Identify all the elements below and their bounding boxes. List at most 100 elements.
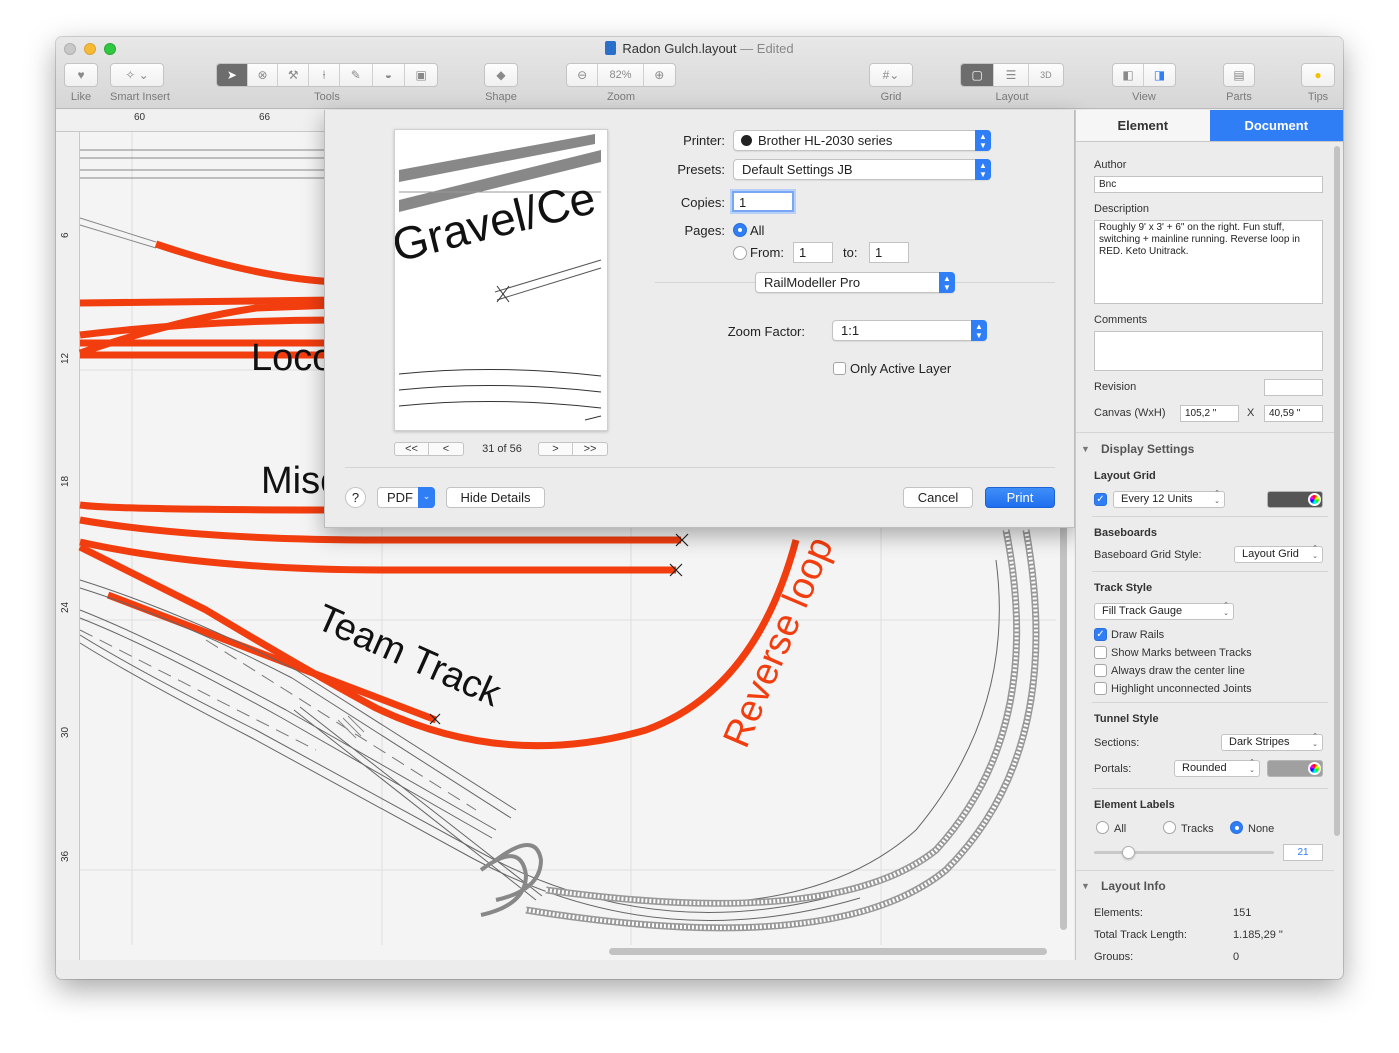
magic-wand-icon[interactable]: ✧ ⌄ bbox=[110, 63, 164, 87]
color-wheel-icon bbox=[1308, 493, 1321, 506]
disclosure-triangle-icon[interactable]: ▼ bbox=[1081, 881, 1090, 891]
canvas-height-input[interactable]: 40,59 " bbox=[1264, 405, 1323, 422]
display-settings-header[interactable]: Display Settings bbox=[1101, 442, 1194, 456]
tab-document[interactable]: Document bbox=[1209, 110, 1343, 141]
inspector-scrollbar[interactable] bbox=[1334, 146, 1340, 836]
draw-rails-checkbox[interactable]: ✓ bbox=[1094, 628, 1107, 641]
parts-tool[interactable]: ▤ Parts bbox=[1223, 63, 1255, 103]
pdf-menu-button[interactable]: PDF ⌄ bbox=[377, 487, 435, 508]
layout-segmented: ▢ ☰ 3D bbox=[960, 63, 1064, 87]
red-sidings[interactable] bbox=[78, 501, 800, 750]
canvas-width-input[interactable]: 105,2 " bbox=[1180, 405, 1239, 422]
layout-split-icon[interactable]: ☰ bbox=[994, 64, 1029, 86]
prev-page-button[interactable]: < bbox=[429, 443, 463, 455]
printer-select[interactable]: Brother HL-2030 series ▲ ▼ bbox=[733, 130, 991, 151]
last-page-button[interactable]: >> bbox=[573, 443, 607, 455]
first-page-button[interactable]: << bbox=[395, 443, 429, 455]
tab-element[interactable]: Element bbox=[1076, 110, 1210, 141]
app-section-select[interactable]: RailModeller Pro ▲ ▼ bbox=[755, 272, 955, 293]
baseboard-style-select[interactable]: Layout Grid bbox=[1234, 545, 1323, 563]
pages-range-radio[interactable] bbox=[733, 246, 747, 260]
chevron-down-icon: ⌄ bbox=[418, 487, 435, 508]
sections-select[interactable]: Dark Stripes bbox=[1221, 733, 1323, 751]
author-input[interactable]: Bnc bbox=[1094, 176, 1323, 193]
layout-single-icon[interactable]: ▢ bbox=[961, 64, 995, 86]
separator bbox=[1092, 788, 1328, 789]
train-icon[interactable]: ▣ bbox=[405, 64, 437, 86]
zoom-level: 82% bbox=[598, 64, 644, 86]
description-label: Description bbox=[1094, 203, 1150, 215]
pages-label: Pages: bbox=[684, 223, 725, 238]
zoom-in-icon[interactable]: ⊕ bbox=[644, 64, 675, 86]
smart-insert-tool[interactable]: ✧ ⌄ Smart Insert bbox=[110, 63, 170, 103]
pages-all-radio[interactable] bbox=[733, 223, 747, 237]
app-window: Radon Gulch.layout — Edited ♥ Like ✧ ⌄ S… bbox=[56, 37, 1343, 979]
canvas-x-label: X bbox=[1247, 407, 1255, 419]
cancel-button[interactable]: Cancel bbox=[903, 487, 973, 508]
track-style-label: Track Style bbox=[1094, 582, 1153, 594]
pages-to-label: to: bbox=[843, 245, 858, 260]
vertical-scrollbar[interactable] bbox=[1060, 490, 1067, 930]
presets-label: Presets: bbox=[677, 162, 725, 177]
pages-from-input[interactable]: 1 bbox=[793, 242, 833, 263]
labels-tracks-radio[interactable] bbox=[1163, 821, 1176, 834]
show-marks-checkbox[interactable] bbox=[1094, 646, 1107, 659]
zoom-factor-select[interactable]: 1:1 ▲ ▼ bbox=[832, 320, 987, 341]
grid-icon[interactable]: #⌄ bbox=[869, 63, 913, 87]
pages-to-input[interactable]: 1 bbox=[869, 242, 909, 263]
disclosure-triangle-icon[interactable]: ▼ bbox=[1081, 444, 1090, 454]
heart-icon[interactable]: ♥ bbox=[64, 63, 98, 87]
print-button[interactable]: Print bbox=[985, 487, 1055, 508]
next-page-button[interactable]: > bbox=[539, 443, 573, 455]
pencil-icon[interactable]: ✎ bbox=[340, 64, 373, 86]
lightbulb-icon[interactable]: ● bbox=[1301, 63, 1335, 87]
center-line-checkbox[interactable] bbox=[1094, 664, 1107, 677]
pager-left: << < bbox=[394, 442, 464, 456]
labels-all-radio[interactable] bbox=[1096, 821, 1109, 834]
highlight-joints-checkbox[interactable] bbox=[1094, 682, 1107, 695]
layout-info-header[interactable]: Layout Info bbox=[1101, 879, 1166, 893]
grid-color-well[interactable] bbox=[1267, 491, 1323, 508]
groups-value: 0 bbox=[1233, 951, 1240, 960]
layout-group: ▢ ☰ 3D Layout bbox=[960, 63, 1064, 103]
pin-icon[interactable]: ⍿ bbox=[309, 64, 340, 86]
shape-tool[interactable]: ◆ Shape bbox=[484, 63, 518, 103]
presets-select[interactable]: Default Settings JB ▲ ▼ bbox=[733, 159, 991, 180]
label-size-input[interactable]: 21 bbox=[1283, 844, 1323, 861]
portal-color-well[interactable] bbox=[1267, 760, 1323, 777]
lips-icon[interactable]: ◒ bbox=[373, 64, 406, 86]
center-line-label: Always draw the center line bbox=[1111, 665, 1245, 677]
horizontal-scrollbar[interactable] bbox=[609, 948, 1047, 955]
tips-tool[interactable]: ● Tips bbox=[1301, 63, 1335, 103]
zoom-out-icon[interactable]: ⊖ bbox=[567, 64, 599, 86]
layout-3d-icon[interactable]: 3D bbox=[1029, 64, 1063, 86]
baseboards-label: Baseboards bbox=[1094, 527, 1157, 539]
track-style-select[interactable]: Fill Track Gauge bbox=[1094, 602, 1234, 620]
shape-icon[interactable]: ◆ bbox=[484, 63, 518, 87]
delete-icon[interactable]: ⊗ bbox=[248, 64, 279, 86]
labels-none-radio[interactable] bbox=[1230, 821, 1243, 834]
clipboard-icon[interactable]: ▤ bbox=[1223, 63, 1255, 87]
copies-input[interactable]: 1 bbox=[732, 191, 794, 212]
revision-input[interactable] bbox=[1264, 379, 1323, 396]
like-tool[interactable]: ♥ Like bbox=[64, 63, 98, 103]
portals-select[interactable]: Rounded bbox=[1174, 759, 1260, 777]
grid-units-select[interactable]: Every 12 Units bbox=[1113, 490, 1225, 508]
only-active-layer-checkbox[interactable] bbox=[833, 362, 846, 375]
hammer-icon[interactable]: ⚒ bbox=[278, 64, 310, 86]
comments-textarea[interactable] bbox=[1094, 331, 1323, 371]
select-arrow-icon[interactable]: ➤ bbox=[217, 64, 248, 86]
label-reverse-loop[interactable]: Reverse loop bbox=[716, 531, 842, 754]
view-segmented: ◧ ◨ bbox=[1112, 63, 1176, 87]
hide-details-button[interactable]: Hide Details bbox=[446, 487, 545, 508]
layout-grid-checkbox[interactable]: ✓ bbox=[1094, 493, 1107, 506]
label-loco[interactable]: Loco bbox=[251, 337, 333, 379]
label-size-slider[interactable] bbox=[1094, 851, 1274, 854]
right-panel-icon[interactable]: ◨ bbox=[1144, 64, 1175, 86]
sections-label: Sections: bbox=[1094, 737, 1140, 749]
description-textarea[interactable]: Roughly 9' x 3' + 6" on the right. Fun s… bbox=[1094, 220, 1323, 304]
grid-tool[interactable]: #⌄ Grid bbox=[869, 63, 913, 103]
help-button[interactable]: ? bbox=[345, 487, 366, 508]
left-panel-icon[interactable]: ◧ bbox=[1113, 64, 1145, 86]
slider-knob[interactable] bbox=[1122, 846, 1135, 859]
